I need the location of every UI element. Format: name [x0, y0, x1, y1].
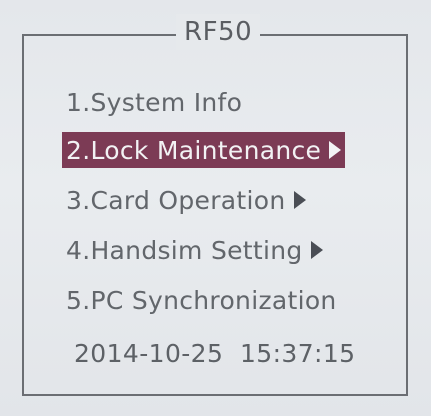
menu-item-handsim-setting[interactable]: 4.Handsim Setting — [66, 232, 323, 268]
device-screen: RF50 1.System Info 2.Lock Maintenance 3.… — [0, 0, 431, 416]
triangle-right-icon — [310, 241, 323, 259]
menu-item-label: 4.Handsim Setting — [66, 235, 303, 265]
menu-item-lock-maintenance[interactable]: 2.Lock Maintenance — [62, 132, 346, 168]
status-datetime: 2014-10-25 15:37:15 — [74, 339, 356, 368]
menu-item-system-info[interactable]: 1.System Info — [66, 84, 242, 120]
menu-item-label: 2.Lock Maintenance — [66, 135, 322, 165]
menu-item-label: 3.Card Operation — [66, 185, 286, 215]
triangle-right-icon — [329, 141, 342, 159]
menu-item-pc-synchronization[interactable]: 5.PC Synchronization — [66, 282, 337, 318]
menu-item-label: 1.System Info — [66, 87, 243, 117]
menu-item-card-operation[interactable]: 3.Card Operation — [66, 182, 306, 218]
menu-item-label: 5.PC Synchronization — [66, 285, 337, 315]
device-title: RF50 — [176, 14, 261, 50]
triangle-right-icon — [293, 191, 306, 209]
